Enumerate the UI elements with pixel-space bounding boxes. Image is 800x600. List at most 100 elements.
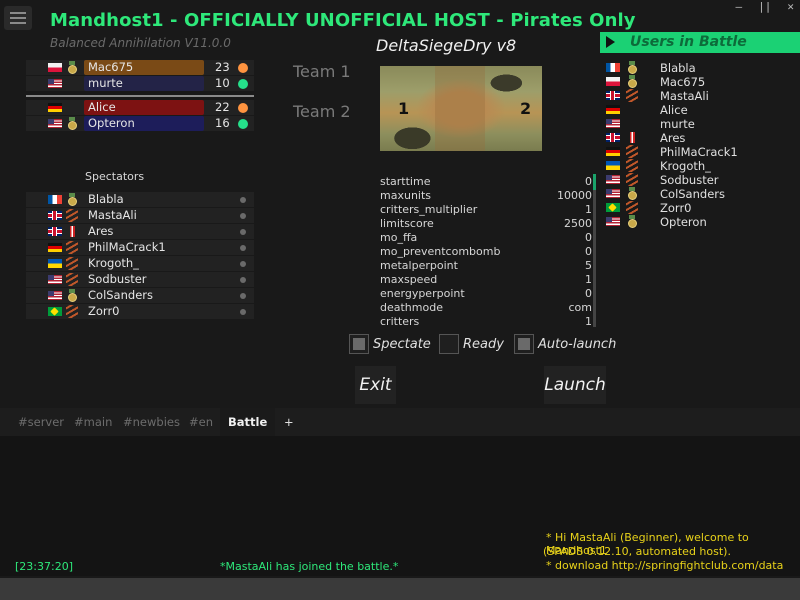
maximize-button[interactable]: || xyxy=(758,0,771,13)
flag-icon xyxy=(48,291,62,300)
rank-icon xyxy=(626,61,638,74)
chat-tab[interactable]: #en xyxy=(181,408,221,436)
user-row[interactable]: Ares xyxy=(606,131,796,145)
flag-icon xyxy=(48,227,62,236)
add-tab-button[interactable]: + xyxy=(276,408,302,436)
team2-label: Team 2 xyxy=(293,102,351,121)
user-row[interactable]: ColSanders xyxy=(606,187,796,201)
option-row[interactable]: maxspeed 1 xyxy=(380,273,592,287)
chat-tab[interactable]: #server xyxy=(10,408,72,436)
user-row[interactable]: murte xyxy=(606,117,796,131)
rank-icon xyxy=(66,257,78,270)
user-row[interactable]: PhilMaCrack1 xyxy=(606,145,796,159)
spectator-name: Zorr0 xyxy=(88,304,120,318)
spectator-row[interactable]: Krogoth_ xyxy=(26,256,254,271)
option-row[interactable]: mo_preventcombomb 0 xyxy=(380,245,592,259)
option-row[interactable]: maxunits 10000 xyxy=(380,189,592,203)
user-name: PhilMaCrack1 xyxy=(660,145,738,159)
flag-icon xyxy=(48,259,62,268)
option-key: metalperpoint xyxy=(380,259,458,272)
option-row[interactable]: energyperpoint 0 xyxy=(380,287,592,301)
game-options-list[interactable]: starttime 0 maxunits 10000 critters_multipli… xyxy=(380,175,592,328)
exit-button[interactable]: Exit xyxy=(355,366,396,404)
user-row[interactable]: Krogoth_ xyxy=(606,159,796,173)
chat-join-message: *MastaAli has joined the battle.* xyxy=(220,560,399,573)
option-key: deathmode xyxy=(380,301,443,314)
rank-icon xyxy=(66,77,78,90)
autolaunch-box[interactable] xyxy=(514,334,534,354)
flag-icon xyxy=(48,195,62,204)
option-row[interactable]: limitscore 2500 xyxy=(380,217,592,231)
close-button[interactable]: ✕ xyxy=(787,0,794,13)
option-key: critters xyxy=(380,315,420,328)
spectator-row[interactable]: PhilMaCrack1 xyxy=(26,240,254,255)
tab-battle[interactable]: Battle xyxy=(220,408,276,436)
autolaunch-checkbox[interactable]: Auto-launch xyxy=(514,334,616,354)
flag-icon xyxy=(606,217,620,226)
option-value: com xyxy=(568,301,593,314)
option-row[interactable]: deathmode com xyxy=(380,301,592,315)
option-row[interactable]: mo_ffa 0 xyxy=(380,231,592,245)
rank-icon xyxy=(66,209,78,222)
status-dot xyxy=(240,213,246,219)
minimap[interactable]: 1 2 xyxy=(380,66,542,151)
chat-tab[interactable]: #main xyxy=(66,408,120,436)
status-dot xyxy=(238,119,248,129)
spectator-row[interactable]: MastaAli xyxy=(26,208,254,223)
option-key: maxunits xyxy=(380,189,432,202)
user-row[interactable]: Opteron xyxy=(606,215,796,229)
chat-input[interactable] xyxy=(0,578,800,600)
option-row[interactable]: metalperpoint 5 xyxy=(380,259,592,273)
option-row[interactable]: starttime 0 xyxy=(380,175,592,189)
user-name: Alice xyxy=(660,103,688,117)
spectator-row[interactable]: Zorr0 xyxy=(26,304,254,319)
play-icon xyxy=(606,36,615,48)
flag-icon xyxy=(606,203,620,212)
user-name: Blabla xyxy=(660,61,696,75)
player-row[interactable]: murte 10 xyxy=(26,76,254,91)
spectate-box[interactable] xyxy=(349,334,369,354)
user-row[interactable]: Mac675 xyxy=(606,75,796,89)
spectator-row[interactable]: Blabla xyxy=(26,192,254,207)
main-menu-button[interactable] xyxy=(4,6,32,30)
option-value: 1 xyxy=(585,273,592,286)
rank-icon xyxy=(66,117,78,130)
user-row[interactable]: MastaAli xyxy=(606,89,796,103)
launch-button[interactable]: Launch xyxy=(544,366,606,404)
users-in-battle-header[interactable]: Users in Battle xyxy=(600,32,800,53)
option-value: 0 xyxy=(585,231,592,244)
spectator-name: Krogoth_ xyxy=(88,256,139,270)
options-scrollbar[interactable] xyxy=(593,174,596,327)
user-row[interactable]: Blabla xyxy=(606,61,796,75)
player-row[interactable]: Alice 22 xyxy=(26,100,254,115)
game-name: Balanced Annihilation V11.0.0 xyxy=(50,36,231,50)
spectate-checkbox[interactable]: Spectate xyxy=(349,334,431,354)
spectator-row[interactable]: Sodbuster xyxy=(26,272,254,287)
users-in-battle-title: Users in Battle xyxy=(630,34,747,50)
option-value: 0 xyxy=(585,287,592,300)
option-value: 1 xyxy=(585,203,592,216)
start-position-1[interactable]: 1 xyxy=(398,99,409,118)
flag-icon xyxy=(606,189,620,198)
rank-icon xyxy=(66,305,78,318)
rank-icon xyxy=(626,215,638,228)
start-position-2[interactable]: 2 xyxy=(520,99,531,118)
flag-icon xyxy=(606,175,620,184)
flag-icon xyxy=(606,147,620,156)
option-row[interactable]: critters 1 xyxy=(380,315,592,328)
ready-checkbox[interactable]: Ready xyxy=(439,334,504,354)
user-row[interactable]: Zorr0 xyxy=(606,201,796,215)
user-name: murte xyxy=(660,117,695,131)
option-row[interactable]: critters_multiplier 1 xyxy=(380,203,592,217)
chat-tab[interactable]: #newbies xyxy=(115,408,188,436)
user-row[interactable]: Sodbuster xyxy=(606,173,796,187)
flag-icon xyxy=(48,211,62,220)
player-row[interactable]: Mac675 23 xyxy=(26,60,254,75)
user-row[interactable]: Alice xyxy=(606,103,796,117)
ready-box[interactable] xyxy=(439,334,459,354)
status-dot xyxy=(238,79,248,89)
player-row[interactable]: Opteron 16 xyxy=(26,116,254,131)
minimize-button[interactable]: — xyxy=(736,0,743,13)
spectator-row[interactable]: Ares xyxy=(26,224,254,239)
spectator-row[interactable]: ColSanders xyxy=(26,288,254,303)
